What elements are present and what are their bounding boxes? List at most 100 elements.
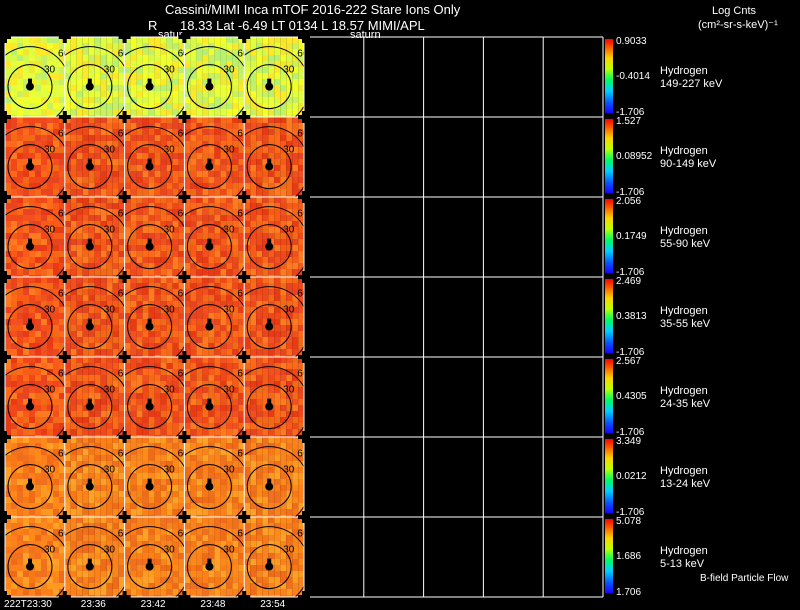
grid-cross bbox=[123, 511, 127, 523]
grid-cross bbox=[63, 271, 67, 283]
grid-cross bbox=[123, 111, 127, 123]
row-species-label: Hydrogen bbox=[660, 545, 708, 558]
contour-label: 30 bbox=[283, 545, 295, 556]
contour-label: 30 bbox=[223, 305, 235, 316]
grid-cross bbox=[182, 31, 186, 43]
time-tick-label: 23:36 bbox=[81, 599, 106, 610]
grid-cross bbox=[3, 31, 7, 43]
contour-label: 60 bbox=[297, 449, 309, 460]
contour-label: 60 bbox=[297, 49, 309, 60]
colorbar-mid-label: 0.4305 bbox=[616, 391, 647, 402]
saturn-spin-marker bbox=[207, 399, 211, 405]
contour-label: 30 bbox=[104, 545, 116, 556]
saturn-spin-marker bbox=[148, 319, 152, 325]
contour-label: 90 bbox=[313, 353, 325, 364]
contour-label: 30 bbox=[164, 145, 176, 156]
grid-cross bbox=[63, 511, 67, 523]
grid-cross bbox=[123, 191, 127, 203]
contour-label: 30 bbox=[164, 65, 176, 76]
colorbar-mid-label: 0.1749 bbox=[616, 231, 647, 242]
saturn-spin-marker bbox=[207, 159, 211, 165]
grid-cross bbox=[302, 591, 306, 603]
time-tick-label: 23:54 bbox=[260, 599, 285, 610]
saturn-spin-marker bbox=[148, 559, 152, 565]
contour-label: 90 bbox=[313, 433, 325, 444]
contour-label: 60 bbox=[297, 529, 309, 540]
colorbar-max-label: 0.9033 bbox=[616, 36, 647, 47]
grid-cross bbox=[182, 271, 186, 283]
saturn-spin-marker bbox=[88, 79, 92, 85]
grid-cross bbox=[63, 431, 67, 443]
colorbar-max-label: 2.469 bbox=[616, 276, 641, 287]
colorbar-min-label: 1.706 bbox=[616, 587, 641, 598]
grid-cross bbox=[123, 351, 127, 363]
saturn-spin-marker bbox=[267, 319, 271, 325]
color-bar bbox=[605, 39, 613, 113]
row-energy-label: 5-13 keV bbox=[660, 558, 704, 571]
saturn-spin-marker bbox=[28, 159, 32, 165]
grid-cross bbox=[242, 191, 246, 203]
contour-label: 60 bbox=[297, 209, 309, 220]
contour-label: 30 bbox=[44, 385, 56, 396]
colorbar-mid-label: 0.08952 bbox=[616, 151, 652, 162]
grid-cross bbox=[242, 31, 246, 43]
bfield-label: B-field Particle Flow bbox=[700, 573, 788, 584]
row-energy-label: 13-24 keV bbox=[660, 478, 710, 491]
row-species-label: Hydrogen bbox=[660, 465, 708, 478]
contour-label: 30 bbox=[283, 305, 295, 316]
saturn-spin-marker bbox=[88, 399, 92, 405]
colorbar-max-label: 3.349 bbox=[616, 436, 641, 447]
saturn-spin-marker bbox=[28, 399, 32, 405]
contour-label: 30 bbox=[283, 225, 295, 236]
colorbar-max-label: 2.567 bbox=[616, 356, 641, 367]
colorbar-mid-label: 0.0212 bbox=[616, 471, 647, 482]
grid-cross bbox=[182, 351, 186, 363]
saturn-spin-marker bbox=[267, 559, 271, 565]
contour-label: 30 bbox=[104, 305, 116, 316]
grid-cross bbox=[242, 431, 246, 443]
grid-cross bbox=[3, 511, 7, 523]
saturn-spin-marker bbox=[207, 479, 211, 485]
contour-label: 60 bbox=[297, 369, 309, 380]
saturn-spin-marker bbox=[88, 239, 92, 245]
row-species-label: Hydrogen bbox=[660, 225, 708, 238]
contour-label: 30 bbox=[104, 145, 116, 156]
grid-cross bbox=[302, 431, 306, 443]
colorbar-mid-label: 0.3813 bbox=[616, 311, 647, 322]
row-species-label: Hydrogen bbox=[660, 305, 708, 318]
contour-label: 90 bbox=[313, 33, 325, 44]
grid-cross bbox=[302, 511, 306, 523]
grid-cross bbox=[123, 591, 127, 603]
grid-cross bbox=[63, 191, 67, 203]
contour-label: 30 bbox=[283, 385, 295, 396]
saturn-spin-marker bbox=[88, 559, 92, 565]
color-bar bbox=[605, 199, 613, 273]
contour-label: 30 bbox=[164, 305, 176, 316]
colorbar-max-label: 1.527 bbox=[616, 116, 641, 127]
contour-label: 30 bbox=[223, 545, 235, 556]
contour-label: 30 bbox=[223, 465, 235, 476]
contour-label: 30 bbox=[44, 65, 56, 76]
grid-cross bbox=[242, 511, 246, 523]
contour-label: 60 bbox=[297, 129, 309, 140]
contour-label: 30 bbox=[44, 465, 56, 476]
contour-label: 30 bbox=[164, 385, 176, 396]
saturn-spin-marker bbox=[28, 79, 32, 85]
contour-label: 30 bbox=[164, 545, 176, 556]
contour-label: 30 bbox=[44, 145, 56, 156]
saturn-spin-marker bbox=[88, 159, 92, 165]
contour-label: 30 bbox=[44, 545, 56, 556]
saturn-spin-marker bbox=[267, 239, 271, 245]
contour-label: 30 bbox=[104, 465, 116, 476]
contour-label: 60 bbox=[297, 289, 309, 300]
row-species-label: Hydrogen bbox=[660, 65, 708, 78]
saturn-spin-marker bbox=[28, 239, 32, 245]
grid-cross bbox=[123, 271, 127, 283]
row-energy-label: 149-227 keV bbox=[660, 78, 722, 91]
contour-label: 30 bbox=[283, 465, 295, 476]
grid-cross bbox=[182, 431, 186, 443]
saturn-spin-marker bbox=[207, 559, 211, 565]
contour-label: 30 bbox=[283, 65, 295, 76]
grid-cross bbox=[302, 31, 306, 43]
grid-cross bbox=[242, 591, 246, 603]
